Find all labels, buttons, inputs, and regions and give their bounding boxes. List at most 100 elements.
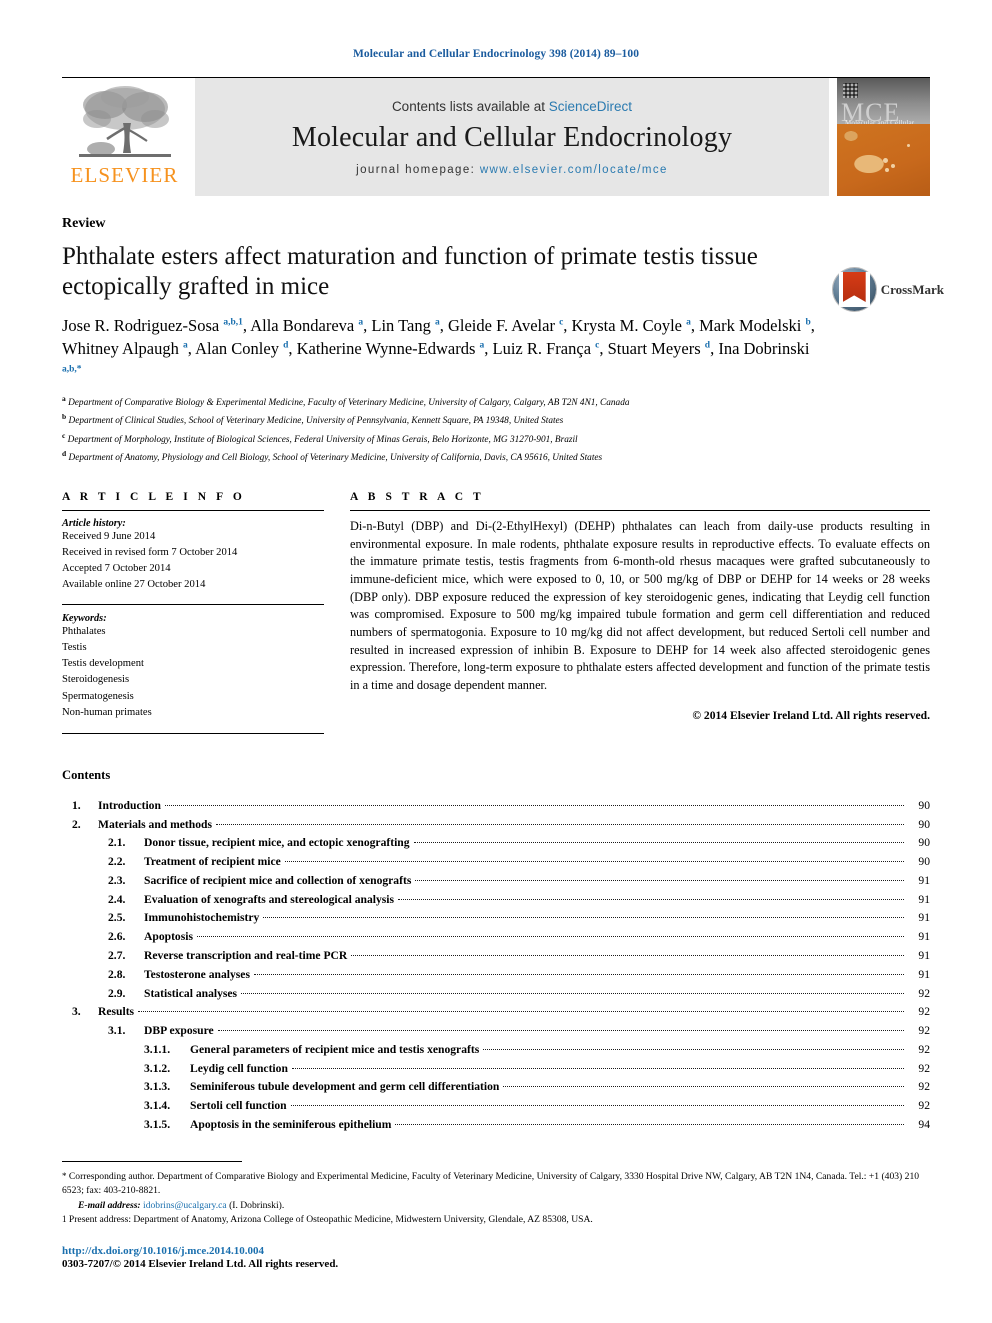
present-address-footnote: 1 Present address: Department of Anatomy…	[62, 1213, 930, 1227]
elsevier-wordmark: ELSEVIER	[70, 163, 179, 187]
toc-entry[interactable]: 3.1.3. Seminiferous tubule development an…	[62, 1078, 930, 1097]
article-info-heading: A R T I C L E I N F O	[62, 490, 246, 503]
toc-entry[interactable]: 2.6. Apoptosis 91	[62, 928, 930, 947]
toc-entry[interactable]: 2.8. Testosterone analyses 91	[62, 966, 930, 985]
toc-entry-label: Statistical analyses	[144, 986, 238, 1000]
keywords-label: Keywords:	[62, 613, 107, 625]
crossmark-label: CrossMark	[880, 281, 944, 297]
homepage-prefix: journal homepage:	[356, 163, 480, 176]
toc-entry-page: 92	[918, 1042, 930, 1056]
toc-entry-page: 92	[918, 1024, 930, 1038]
toc-entry-number: 3.1.3.	[144, 1080, 171, 1094]
toc-entry-number: 3.1.2.	[144, 1061, 171, 1075]
toc-entry-page: 92	[918, 1080, 930, 1094]
footnote-rule	[62, 1160, 242, 1162]
toc-entry-number: 2.5.	[108, 911, 126, 925]
toc-entry[interactable]: 3.1.4. Sertoli cell function 92	[62, 1097, 930, 1116]
author-affiliation-mark: a	[182, 340, 188, 351]
footnote-block: * Corresponding author. Department of Co…	[62, 1170, 930, 1228]
toc-entry-number: 2.2.	[108, 855, 126, 869]
author-name: Alan Conley	[195, 339, 284, 359]
toc-entry-label: Treatment of recipient mice	[144, 855, 281, 869]
toc-entry[interactable]: 2.3. Sacrifice of recipient mice and coll…	[62, 872, 930, 891]
crossmark-badge[interactable]: CrossMark	[832, 268, 944, 311]
toc-entry[interactable]: 2.2. Treatment of recipient mice 90	[62, 853, 930, 872]
corresponding-author-footnote: * Corresponding author. Department of Co…	[62, 1170, 930, 1199]
author-name: Stuart Meyers	[607, 339, 705, 359]
toc-entry-number: 3.1.1.	[144, 1042, 171, 1056]
keywords-lines: Phthalates Testis Testis development Steroi…	[62, 624, 324, 721]
toc-entry[interactable]: 3.1.1. General parameters of recipient mi…	[62, 1041, 930, 1060]
email-suffix: (I. Dobrinski).	[229, 1199, 285, 1211]
info-abstract-block: A R T I C L E I N F O Article history: R…	[62, 491, 930, 734]
present-address-mark: 1	[62, 1214, 67, 1224]
author-name: Mark Modelski	[699, 316, 806, 335]
toc-entry-page: 91	[918, 873, 930, 887]
toc-entry-page: 90	[918, 817, 930, 831]
crossmark-icon	[832, 268, 876, 311]
toc-entry-number: 2.7.	[108, 949, 126, 963]
doi-link[interactable]: http://dx.doi.org/10.1016/j.mce.2014.10.…	[62, 1245, 930, 1257]
toc-entry-number: 2.8.	[108, 967, 126, 981]
author-affiliation-mark: a	[434, 317, 440, 328]
toc-leader-dots	[398, 898, 904, 900]
toc-leader-dots	[217, 1030, 904, 1032]
toc-entry-number: 3.1.4.	[144, 1099, 171, 1113]
toc-entry[interactable]: 3.1.5. Apoptosis in the seminiferous epit…	[62, 1116, 930, 1135]
toc-entry[interactable]: 3. Results 92	[62, 1003, 930, 1022]
article-history-lines: Received 9 June 2014 Received in revised …	[62, 529, 324, 593]
affiliation-row: c Department of Morphology, Institute of…	[62, 430, 930, 448]
toc-entry[interactable]: 2.5. Immunohistochemistry 91	[62, 909, 930, 928]
toc-entry-label: Introduction	[98, 798, 161, 812]
elsevier-logo: ELSEVIER	[62, 78, 187, 196]
author-affiliation-mark: a	[358, 317, 364, 328]
toc-entry[interactable]: 3.1. DBP exposure 92	[62, 1022, 930, 1041]
toc-entry[interactable]: 3.1.2. Leydig cell function 92	[62, 1060, 930, 1079]
author-affiliation-mark: d	[704, 340, 711, 351]
toc-entry[interactable]: 2. Materials and methods 90	[62, 816, 930, 835]
contents-prefix: Contents lists available at	[391, 98, 549, 114]
toc-entry[interactable]: 2.1. Donor tissue, recipient mice, and ec…	[62, 834, 930, 853]
elsevier-tree-icon	[73, 83, 177, 167]
journal-cover-thumbnail: MCE Molecular and Cellular Endocrinology	[837, 78, 930, 196]
article-history-item: Received in revised form 7 October 2014	[62, 546, 238, 558]
email-label: E-mail address:	[78, 1199, 141, 1211]
affiliation-row: b Department of Clinical Studies, School…	[62, 411, 930, 429]
toc-leader-dots	[138, 1011, 904, 1013]
toc-leader-dots	[263, 917, 904, 919]
toc-entry-label: Seminiferous tubule development and germ…	[190, 1080, 500, 1094]
affiliation-text: Department of Clinical Studies, School o…	[66, 416, 564, 427]
keyword-item: Phthalates	[62, 626, 106, 638]
author-affiliation-mark: a,b,*	[62, 364, 82, 375]
author-name: Katherine Wynne-Edwards	[296, 339, 480, 359]
author-affiliation-mark: c	[595, 340, 600, 351]
toc-leader-dots	[483, 1048, 904, 1050]
affiliation-row: a Department of Comparative Biology & Ex…	[62, 393, 930, 411]
author-name: Gleide F. Avelar	[447, 316, 560, 335]
toc-entry[interactable]: 2.4. Evaluation of xenografts and stereol…	[62, 891, 930, 910]
cover-artwork	[837, 124, 930, 196]
toc-entry-number: 2.6.	[108, 930, 126, 944]
toc-entry[interactable]: 2.7. Reverse transcription and real-time …	[62, 947, 930, 966]
toc-leader-dots	[216, 823, 904, 825]
affiliation-list: a Department of Comparative Biology & Ex…	[62, 393, 930, 466]
toc-leader-dots	[351, 955, 904, 957]
affiliation-text: Department of Comparative Biology & Expe…	[65, 398, 630, 409]
toc-entry-page: 92	[918, 1099, 930, 1113]
keyword-item: Steroidogenesis	[62, 674, 130, 686]
toc-entry[interactable]: 1. Introduction 90	[62, 797, 930, 816]
email-link[interactable]: idobrins@ucalgary.ca	[143, 1200, 227, 1211]
toc-entry-number: 2.9.	[108, 986, 126, 1000]
journal-masthead: ELSEVIER Contents lists available at Sci…	[62, 77, 930, 196]
contents-heading: Contents	[62, 767, 111, 782]
abstract-body-wrap: Di-n-Butyl (DBP) and Di-(2-EthylHexyl) (…	[350, 509, 930, 722]
author-affiliation-mark: a	[686, 317, 691, 328]
table-of-contents: 1. Introduction 90 2. Materials and methods 9…	[62, 797, 930, 1135]
toc-entry-number: 2.1.	[108, 836, 126, 850]
toc-entry-label: Immunohistochemistry	[144, 911, 260, 925]
toc-entry[interactable]: 2.9. Statistical analyses 92	[62, 985, 930, 1004]
abstract-column: A B S T R A C T Di-n-Butyl (DBP) and Di-…	[350, 491, 930, 734]
toc-entry-number: 3.	[72, 1005, 81, 1019]
sciencedirect-link[interactable]: ScienceDirect	[549, 99, 632, 114]
homepage-url[interactable]: www.elsevier.com/locate/mce	[480, 164, 668, 176]
